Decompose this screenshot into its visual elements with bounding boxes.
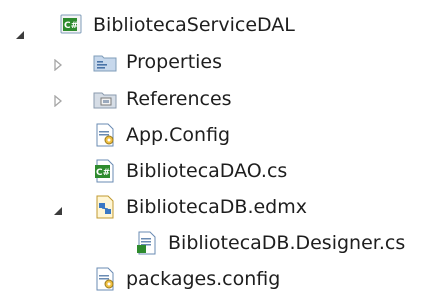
collapsed-arrow-icon[interactable] bbox=[52, 95, 64, 107]
tree-item-biblioteca-designer[interactable]: BibliotecaDB.Designer.cs bbox=[135, 228, 405, 258]
csharp-file-icon: C# bbox=[93, 159, 117, 183]
tree-item-label: Properties bbox=[126, 51, 223, 73]
tree-item-label: BibliotecaDB.Designer.cs bbox=[168, 232, 406, 254]
tree-item-app-config[interactable]: App.Config bbox=[93, 120, 230, 150]
svg-text:C#: C# bbox=[64, 21, 78, 31]
config-file-icon bbox=[93, 123, 117, 147]
tree-item-label: References bbox=[126, 88, 232, 110]
designer-file-icon bbox=[135, 231, 159, 255]
tree-item-references[interactable]: References bbox=[93, 84, 232, 114]
expanded-arrow-icon[interactable] bbox=[52, 205, 64, 217]
tree-item-biblioteca-edmx[interactable]: BibliotecaDB.edmx bbox=[93, 192, 307, 222]
tree-item-project[interactable]: C# BibliotecaServiceDAL bbox=[60, 10, 295, 40]
svg-text:C#: C# bbox=[96, 168, 110, 178]
config-file-icon bbox=[93, 267, 117, 291]
tree-item-label: packages.config bbox=[126, 268, 281, 290]
tree-item-properties[interactable]: Properties bbox=[93, 47, 222, 77]
tree-item-label: BibliotecaDAO.cs bbox=[126, 160, 288, 182]
tree-item-biblioteca-dao[interactable]: C# BibliotecaDAO.cs bbox=[93, 156, 287, 186]
csharp-project-icon: C# bbox=[60, 13, 84, 37]
references-folder-icon bbox=[93, 87, 117, 111]
expanded-arrow-icon[interactable] bbox=[14, 29, 26, 41]
collapsed-arrow-icon[interactable] bbox=[52, 59, 64, 71]
edmx-file-icon bbox=[93, 195, 117, 219]
tree-item-label: BibliotecaServiceDAL bbox=[93, 14, 295, 36]
tree-item-packages-config[interactable]: packages.config bbox=[93, 264, 280, 294]
properties-folder-icon bbox=[93, 50, 117, 74]
tree-item-label: BibliotecaDB.edmx bbox=[126, 196, 307, 218]
solution-explorer-tree: C# BibliotecaServiceDAL Properties Refer… bbox=[0, 0, 435, 293]
tree-item-label: App.Config bbox=[126, 124, 231, 146]
